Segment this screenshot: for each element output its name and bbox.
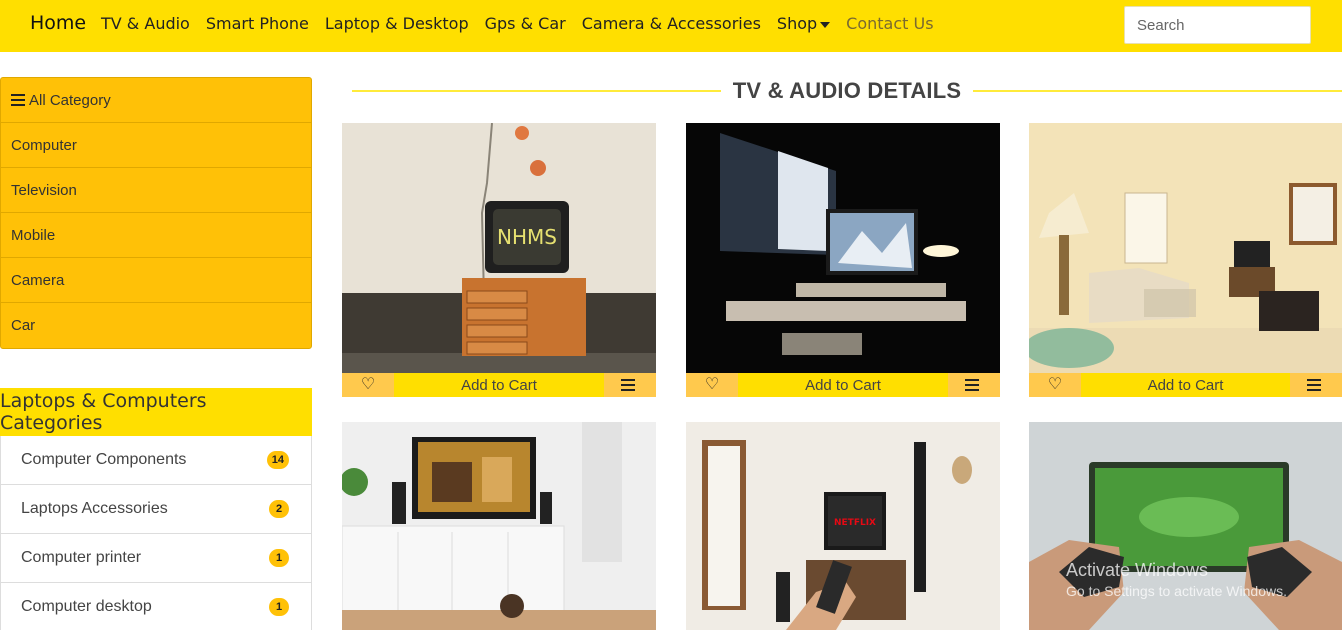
list-icon — [621, 379, 635, 391]
nav-item-contact[interactable]: Contact Us — [846, 14, 933, 33]
laptops-categories-title: Laptops & Computers Categories — [0, 388, 312, 436]
section-heading: TV & AUDIO DETAILS — [352, 76, 1342, 106]
hamburger-icon — [11, 94, 25, 106]
nav-item-shop-label: Shop — [776, 14, 818, 33]
details-button[interactable] — [604, 373, 656, 397]
nav-item-laptop-desktop[interactable]: Laptop & Desktop — [325, 14, 469, 33]
list-item[interactable]: Laptops Accessories 2 — [1, 485, 311, 534]
top-navbar: Home TV & Audio Smart Phone Laptop & Des… — [0, 0, 1342, 52]
list-icon — [1307, 379, 1321, 391]
nav-item-shop-dropdown[interactable]: Shop — [776, 14, 831, 33]
list-item-label: Computer printer — [21, 549, 142, 566]
list-item[interactable]: Computer desktop 1 — [1, 583, 311, 630]
list-item-label: Computer Components — [21, 451, 187, 468]
add-to-cart-button[interactable]: Add to Cart — [394, 373, 604, 397]
product-image[interactable] — [1029, 123, 1342, 373]
nav-item-gps-car[interactable]: Gps & Car — [485, 14, 566, 33]
count-badge: 1 — [269, 598, 289, 616]
remote-tv-photo: NETFLIX — [686, 422, 1000, 630]
product-card: NETFLIX — [686, 422, 1000, 630]
nav-menu: TV & Audio Smart Phone Laptop & Desktop … — [101, 14, 934, 33]
product-image[interactable]: NETFLIX — [686, 422, 1000, 630]
add-to-cart-button[interactable]: Add to Cart — [738, 373, 948, 397]
netflix-screen-text: NETFLIX — [834, 518, 876, 528]
wishlist-button[interactable]: ♡ — [1029, 373, 1081, 397]
wishlist-button[interactable]: ♡ — [342, 373, 394, 397]
activate-windows-watermark: Activate Windows Go to Settings to activ… — [1066, 560, 1287, 599]
search-input[interactable] — [1124, 6, 1311, 44]
heart-icon: ♡ — [704, 376, 720, 393]
tv-console-photo — [342, 422, 656, 630]
product-card: ♡ Add to Cart — [1029, 123, 1342, 397]
details-button[interactable] — [1290, 373, 1342, 397]
category-header-label: All Category — [29, 91, 111, 109]
add-to-cart-button[interactable]: Add to Cart — [1081, 373, 1290, 397]
count-badge: 2 — [269, 500, 289, 518]
product-image[interactable] — [686, 123, 1000, 373]
wishlist-button[interactable]: ♡ — [686, 373, 738, 397]
product-image[interactable]: NHMS — [342, 123, 656, 373]
category-item-camera[interactable]: Camera — [1, 258, 311, 303]
living-room-photo — [1029, 123, 1342, 373]
count-badge: 1 — [269, 549, 289, 567]
count-badge: 14 — [266, 451, 289, 469]
watermark-title: Activate Windows — [1066, 560, 1209, 580]
old-tv-photo: NHMS — [342, 123, 656, 373]
product-card: NHMS ♡ Add to Cart — [342, 123, 656, 397]
section-title: TV & AUDIO DETAILS — [732, 78, 962, 103]
laptops-categories-list: Computer Components 14 Laptops Accessori… — [0, 436, 312, 630]
product-actions: ♡ Add to Cart — [342, 373, 656, 397]
heart-icon: ♡ — [1047, 376, 1063, 393]
list-item[interactable]: Computer Components 14 — [1, 436, 311, 485]
nav-item-smart-phone[interactable]: Smart Phone — [206, 14, 309, 33]
category-panel: All Category Computer Television Mobile … — [0, 77, 312, 349]
product-actions: ♡ Add to Cart — [686, 373, 1000, 397]
category-item-car[interactable]: Car — [1, 303, 311, 348]
product-card — [342, 422, 656, 630]
product-card: ♡ Add to Cart — [686, 123, 1000, 397]
category-item-computer[interactable]: Computer — [1, 123, 311, 168]
nav-item-camera-accessories[interactable]: Camera & Accessories — [582, 14, 761, 33]
heart-icon: ♡ — [360, 376, 376, 393]
category-item-mobile[interactable]: Mobile — [1, 213, 311, 258]
nav-item-tv-audio[interactable]: TV & Audio — [101, 14, 190, 33]
category-header[interactable]: All Category — [1, 78, 311, 123]
watermark-subtitle: Go to Settings to activate Windows. — [1066, 583, 1287, 599]
list-item-label: Laptops Accessories — [21, 500, 168, 517]
divider-line-right — [973, 90, 1342, 92]
desk-monitors-photo — [686, 123, 1000, 373]
list-item[interactable]: Computer printer 1 — [1, 534, 311, 583]
tv-graffiti-text: NHMS — [497, 225, 557, 249]
divider-line-left — [352, 90, 721, 92]
nav-home-link[interactable]: Home — [30, 12, 86, 34]
caret-down-icon — [820, 21, 831, 28]
category-item-television[interactable]: Television — [1, 168, 311, 213]
product-actions: ♡ Add to Cart — [1029, 373, 1342, 397]
details-button[interactable] — [948, 373, 1000, 397]
list-icon — [965, 379, 979, 391]
list-item-label: Computer desktop — [21, 598, 152, 615]
product-image[interactable] — [342, 422, 656, 630]
